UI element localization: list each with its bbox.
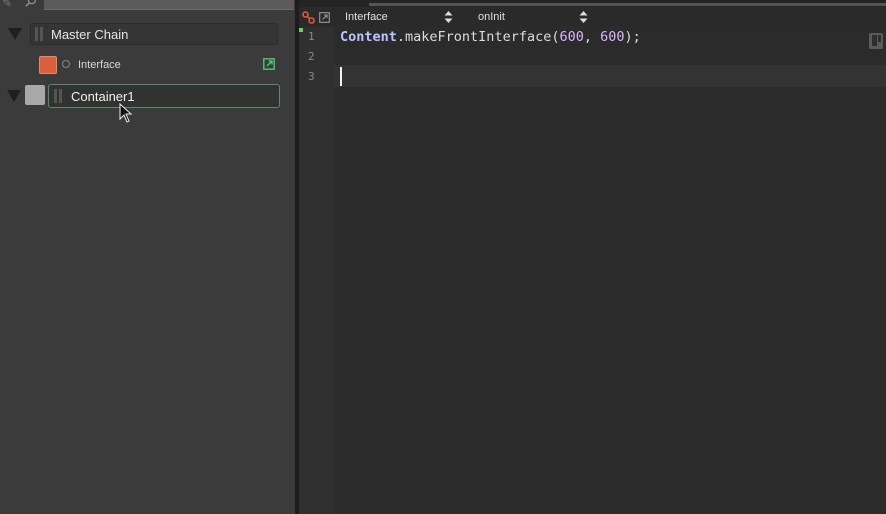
code-line[interactable]: Content.makeFrontInterface(600, 600); (340, 29, 641, 45)
updown-arrows-icon (444, 11, 453, 23)
code-token-method: .makeFrontInterface( (396, 29, 560, 45)
code-token-close: ); (624, 29, 641, 45)
script-editor-panel: Interface onInit 1 2 3 Content.makeFront… (299, 0, 886, 514)
updown-arrows-icon (579, 11, 588, 23)
line-number: 1 (308, 30, 315, 43)
link-icon[interactable] (302, 11, 315, 24)
callback-dropdown-value: onInit (478, 11, 505, 23)
line-number: 2 (308, 50, 315, 63)
bypass-icon[interactable] (62, 60, 70, 68)
code-token-object: Content (340, 29, 397, 45)
collapse-arrow-icon[interactable] (8, 28, 22, 40)
tab-strip (299, 0, 886, 7)
drag-handle-icon[interactable] (54, 89, 57, 103)
tab-underline (369, 3, 886, 6)
module-color-swatch[interactable] (39, 56, 57, 74)
module-name: Master Chain (51, 27, 129, 42)
popout-icon[interactable] (263, 58, 275, 70)
module-tree-toolbar: ✎ (0, 0, 295, 12)
search-icon[interactable] (24, 0, 38, 8)
line-number-gutter: 1 2 3 (299, 27, 334, 514)
drag-handle-icon[interactable] (35, 27, 38, 41)
popout-icon[interactable] (319, 12, 330, 23)
bookmark-icon[interactable] (868, 32, 884, 50)
module-row-master-chain[interactable]: Master Chain (30, 23, 278, 45)
collapse-arrow-icon[interactable] (7, 90, 21, 102)
line-number: 3 (308, 70, 315, 83)
current-line-highlight (334, 65, 886, 87)
callback-dropdown[interactable]: onInit (478, 10, 588, 25)
processor-dropdown-value: Interface (345, 11, 388, 23)
module-tree-panel: ✎ Master Chain Interface Container1 (0, 0, 295, 514)
processor-dropdown[interactable]: Interface (345, 10, 453, 25)
code-token-number: 600 (600, 29, 625, 45)
code-editor[interactable]: Content.makeFrontInterface(600, 600); (334, 27, 886, 514)
search-input[interactable] (44, 0, 294, 10)
module-color-swatch[interactable] (25, 85, 45, 105)
change-marker (299, 28, 303, 32)
text-caret (340, 67, 342, 86)
module-name[interactable]: Interface (78, 59, 121, 71)
module-name: Container1 (71, 89, 135, 104)
drag-handle-icon[interactable] (40, 27, 43, 41)
drag-handle-icon[interactable] (59, 89, 62, 103)
pencil-icon[interactable]: ✎ (2, 0, 16, 9)
mouse-cursor-icon (119, 103, 133, 123)
code-token-number: 600 (559, 29, 584, 45)
code-token-separator: , (583, 29, 601, 45)
editor-header: Interface onInit (299, 7, 886, 27)
module-row-container1[interactable]: Container1 (48, 84, 280, 108)
